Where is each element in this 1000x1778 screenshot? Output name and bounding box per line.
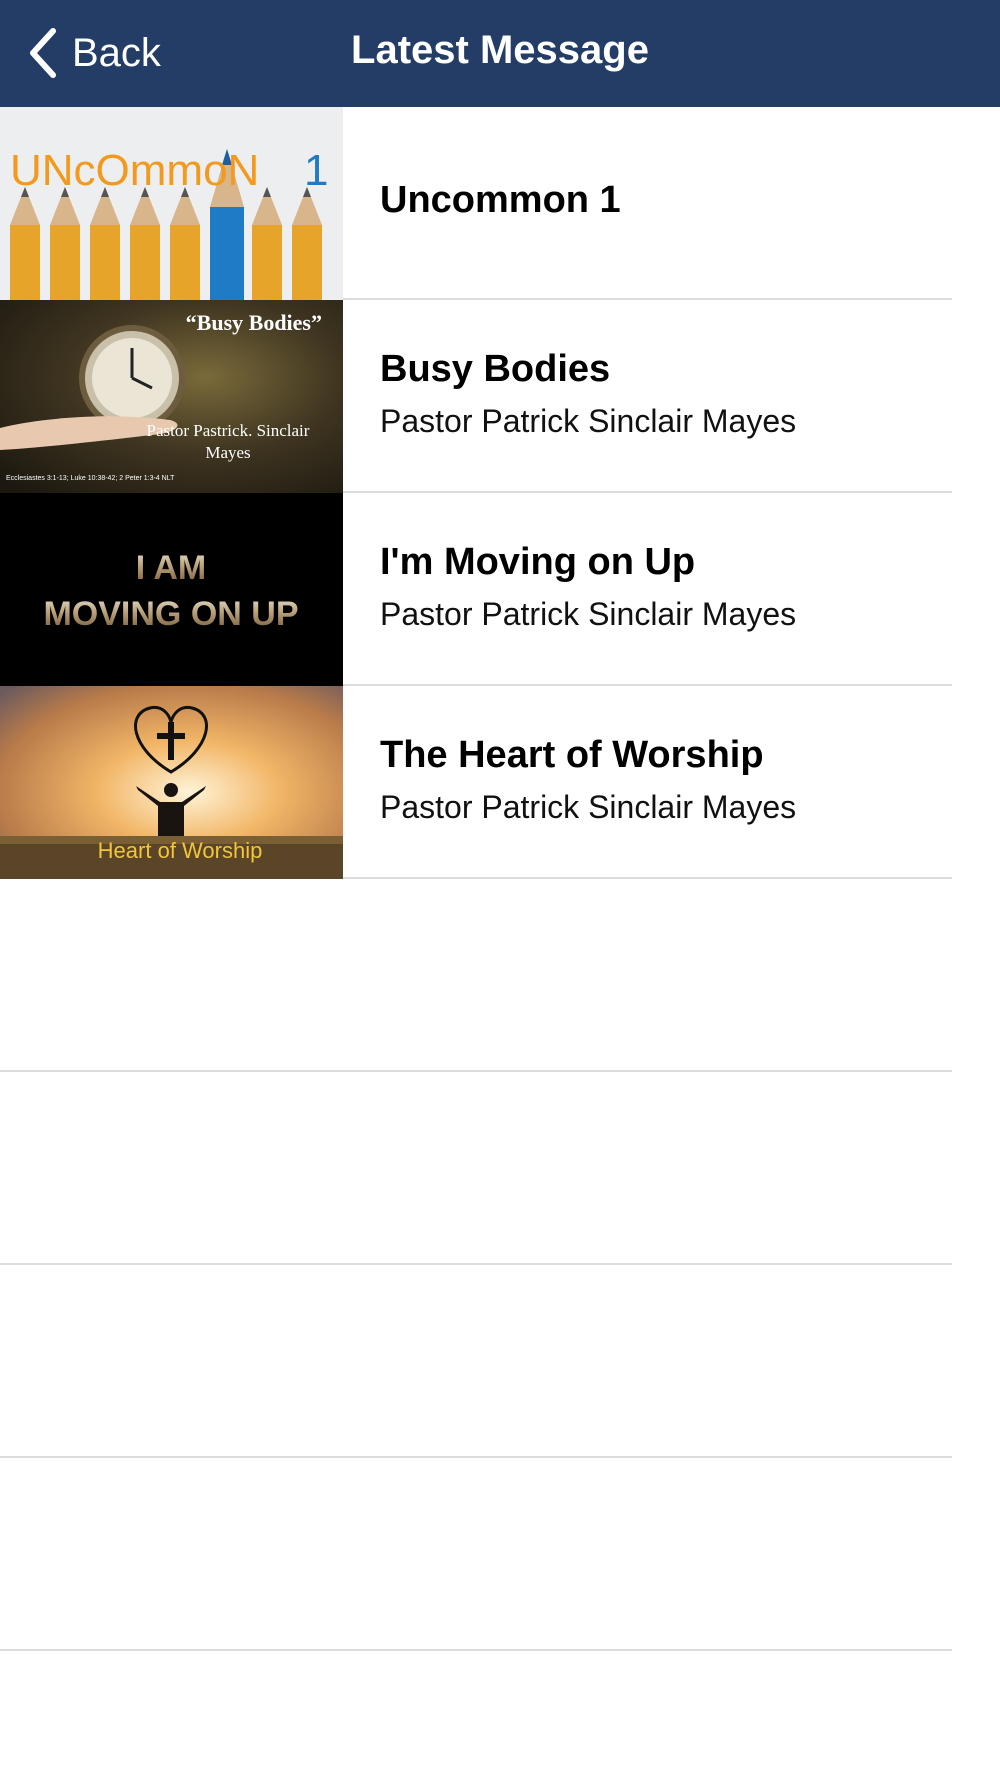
message-thumbnail: “Busy Bodies” Pastor Pastrick. Sinclair … — [0, 300, 343, 493]
thumbnail-scripture: Ecclesiastes 3:1-13; Luke 10:38-42; 2 Pe… — [6, 475, 175, 482]
row-divider — [0, 1649, 952, 1651]
heart-cross-worshipper-image: Heart of Worship — [0, 686, 343, 879]
thumbnail-text: UNcOmmoN — [10, 146, 259, 195]
message-title: I'm Moving on Up — [380, 541, 696, 583]
message-item-moving-on-up[interactable]: I AM MOVING ON UP I'm Moving on Up Pasto… — [0, 493, 1000, 686]
empty-row — [0, 1458, 1000, 1651]
message-speaker: Pastor Patrick Sinclair Mayes — [380, 789, 797, 825]
message-thumbnail: UNcOmmoN 1 — [0, 107, 343, 300]
message-title: The Heart of Worship — [380, 734, 764, 776]
message-thumbnail: I AM MOVING ON UP — [0, 493, 343, 686]
thumbnail-line-1: I AM — [136, 549, 207, 587]
empty-row — [0, 1265, 1000, 1458]
empty-row — [0, 1072, 1000, 1265]
message-item-heart-of-worship[interactable]: Heart of Worship The Heart of Worship Pa… — [0, 686, 1000, 879]
thumbnail-number: 1 — [304, 146, 328, 195]
moving-on-up-text-image: I AM MOVING ON UP — [0, 493, 343, 686]
message-title: Busy Bodies — [380, 348, 611, 390]
message-thumbnail: Heart of Worship — [0, 686, 343, 879]
message-title: Uncommon 1 — [380, 179, 621, 221]
thumbnail-heading: “Busy Bodies” — [186, 310, 322, 335]
thumbnail-caption: Heart of Worship — [98, 838, 263, 863]
message-item-uncommon-1[interactable]: UNcOmmoN 1 Uncommon 1 — [0, 107, 1000, 300]
clock-in-hand-image: “Busy Bodies” Pastor Pastrick. Sinclair … — [0, 300, 343, 493]
thumbnail-line-2: MOVING ON UP — [43, 595, 298, 633]
message-list: UNcOmmoN 1 Uncommon 1 “Busy Bodies” Past… — [0, 107, 1000, 1651]
navigation-bar: Back Latest Message — [0, 0, 1000, 107]
message-speaker: Pastor Patrick Sinclair Mayes — [380, 403, 797, 439]
pencils-image: UNcOmmoN 1 — [0, 107, 343, 300]
message-speaker: Pastor Patrick Sinclair Mayes — [380, 596, 797, 632]
thumbnail-byline: Pastor Pastrick. Sinclair — [147, 421, 310, 440]
empty-row — [0, 879, 1000, 1072]
message-item-busy-bodies[interactable]: “Busy Bodies” Pastor Pastrick. Sinclair … — [0, 300, 1000, 493]
page-title: Latest Message — [351, 28, 649, 72]
thumbnail-byline: Mayes — [205, 443, 250, 462]
